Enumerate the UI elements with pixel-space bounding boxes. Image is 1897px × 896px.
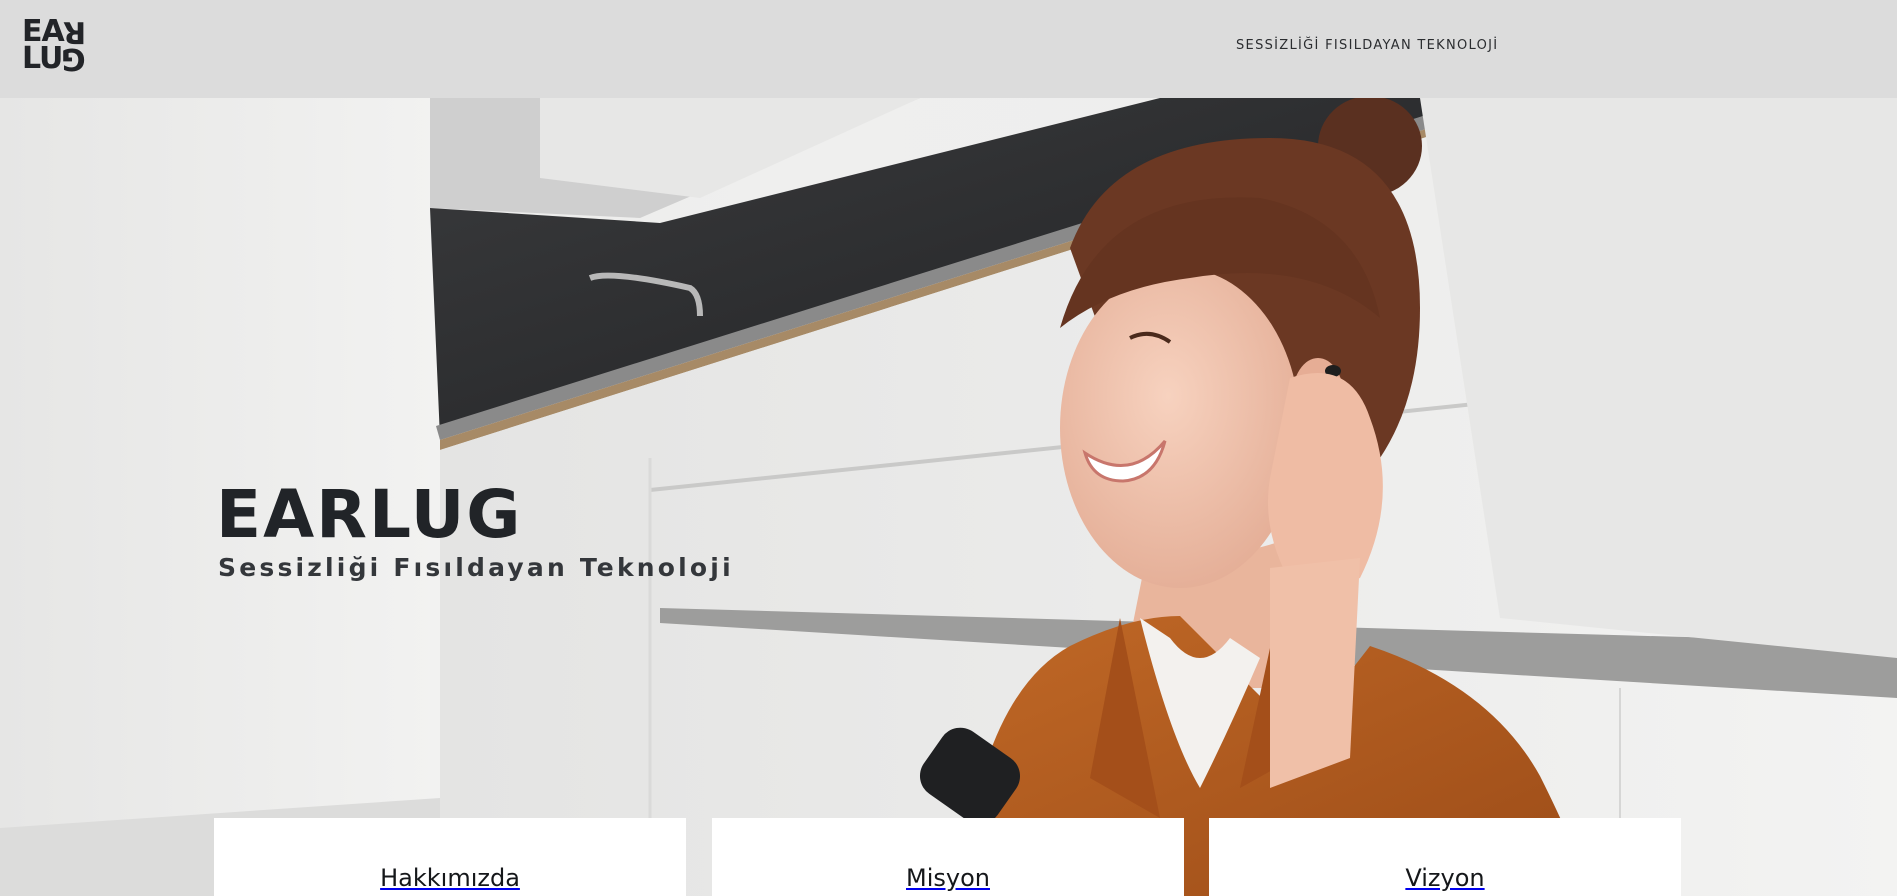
nav-link-tagline[interactable]: SESSİZLİĞİ FISILDAYAN TEKNOLOJİ (1236, 38, 1498, 53)
card-about[interactable]: Hakkımızda (214, 818, 686, 896)
logo-letter-flipped-bottom: G (62, 41, 87, 76)
card-mission[interactable]: Misyon (712, 818, 1184, 896)
logo-text-bottom: LU (22, 41, 63, 76)
hero-title: EARLUG (216, 476, 523, 553)
hero-section: EARLUG Sessizliği Fısıldayan Teknoloji (0, 98, 1897, 896)
card-vision-label: Vizyon (1405, 864, 1485, 892)
logo-row-bottom: LUG (22, 41, 92, 76)
person-face (1060, 268, 1300, 588)
card-vision[interactable]: Vizyon (1209, 818, 1681, 896)
card-mission-label: Misyon (906, 864, 990, 892)
person-forearm (1270, 558, 1360, 788)
site-header: EAR LUG SESSİZLİĞİ FISILDAYAN TEKNOLOJİ (0, 0, 1897, 98)
hero-subtitle: Sessizliği Fısıldayan Teknoloji (218, 553, 734, 582)
brand-logo[interactable]: EAR LUG (22, 14, 92, 76)
card-about-label: Hakkımızda (380, 864, 520, 892)
